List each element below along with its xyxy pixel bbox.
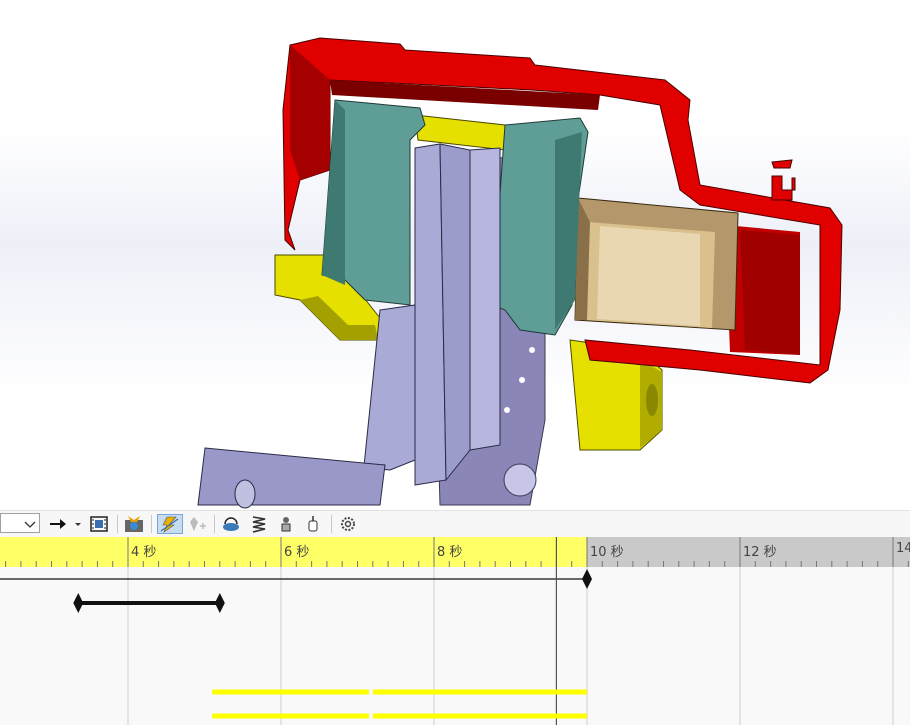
keyframe-diamond[interactable] <box>582 569 592 589</box>
gravity-icon[interactable] <box>302 514 324 534</box>
brake-caliper-model[interactable] <box>0 0 910 510</box>
chevron-down-icon <box>24 521 36 528</box>
study-type-dropdown[interactable] <box>0 513 40 533</box>
ruler-tick-label: 14 <box>896 541 910 556</box>
ruler-tick-label: 8 秒 <box>437 545 463 560</box>
contact-icon[interactable] <box>275 514 297 534</box>
add-key-icon[interactable] <box>186 514 208 534</box>
ruler-tick-label: 4 秒 <box>131 545 157 560</box>
3d-viewport[interactable] <box>0 0 910 510</box>
film-icon[interactable] <box>88 514 112 534</box>
timeline-ruler[interactable]: 4 秒 6 秒 8 秒 10 秒 12 秒 14 <box>0 537 910 567</box>
motion-study-toolbar <box>0 510 910 538</box>
keyframe-diamond[interactable] <box>73 593 84 613</box>
ruler-tick-label: 10 秒 <box>590 545 624 560</box>
ruler-tick-label: 12 秒 <box>743 545 777 560</box>
play-arrow-icon[interactable] <box>46 514 68 534</box>
timeline-tracks[interactable] <box>0 567 910 725</box>
motor-icon[interactable] <box>220 514 242 534</box>
dropdown-arrow-icon[interactable] <box>72 514 84 534</box>
timeline-keyframe-area[interactable] <box>0 567 910 725</box>
ruler-tick-label: 6 秒 <box>284 545 310 560</box>
keyframe-diamond[interactable] <box>214 593 225 613</box>
auto-key-icon[interactable] <box>157 514 183 534</box>
settings-icon[interactable] <box>337 514 359 534</box>
spring-icon[interactable] <box>248 514 270 534</box>
camera-icon[interactable] <box>122 514 146 534</box>
